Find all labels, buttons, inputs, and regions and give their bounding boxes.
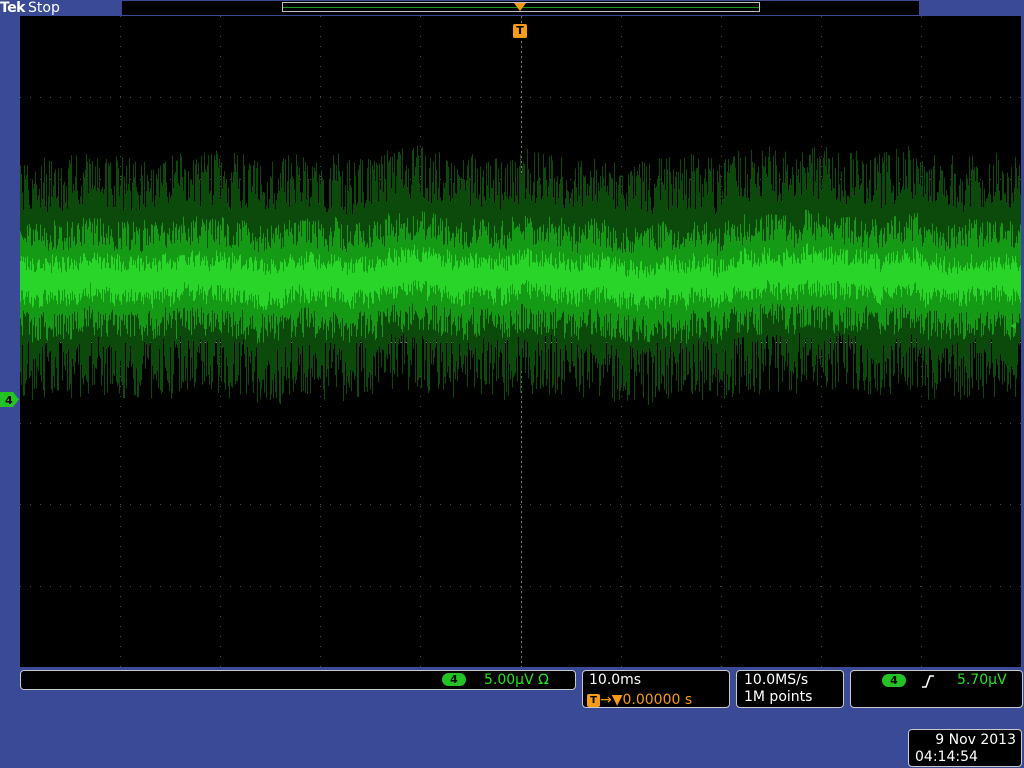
time-per-division: 10.0ms — [589, 672, 642, 688]
waveform-display — [20, 16, 1021, 667]
date-time-display: 9 Nov 2013 04:14:54 — [908, 729, 1022, 767]
noise-trace — [20, 145, 1021, 405]
trigger-level: 5.70µV — [957, 672, 1007, 688]
horizontal-position: →▼0.00000 s — [600, 692, 693, 708]
trigger-position-marker[interactable]: T — [513, 24, 527, 38]
acquisition-state: Stop — [28, 0, 60, 16]
channel-readout[interactable]: 4 5.00µV Ω — [20, 670, 576, 690]
tek-logo: Tek — [0, 0, 26, 16]
channel-4-label: 4 — [5, 394, 13, 407]
channel-badge: 4 — [442, 673, 466, 686]
vertical-scale: 5.00µV Ω — [484, 672, 549, 688]
trigger-readout[interactable]: 4 5.70µV — [850, 670, 1023, 708]
brand-status: Tek Stop — [0, 0, 60, 17]
record-length: 1M points — [744, 689, 813, 705]
sample-rate: 10.0MS/s — [744, 672, 809, 688]
trigger-position-arrow-icon — [514, 3, 526, 11]
acquisition-readout[interactable]: 10.0MS/s 1M points — [736, 670, 844, 708]
channel-4-ground-marker[interactable]: 4 — [0, 392, 20, 407]
trigger-t-icon: T — [587, 694, 600, 707]
time: 04:14:54 — [915, 749, 978, 765]
trigger-source-badge: 4 — [882, 674, 906, 687]
date: 9 Nov 2013 — [935, 732, 1016, 748]
rising-edge-icon — [922, 675, 934, 688]
horizontal-readout[interactable]: 10.0ms T →▼0.00000 s — [582, 670, 730, 708]
trigger-level-arrow-icon[interactable]: ◂ — [1010, 319, 1016, 331]
